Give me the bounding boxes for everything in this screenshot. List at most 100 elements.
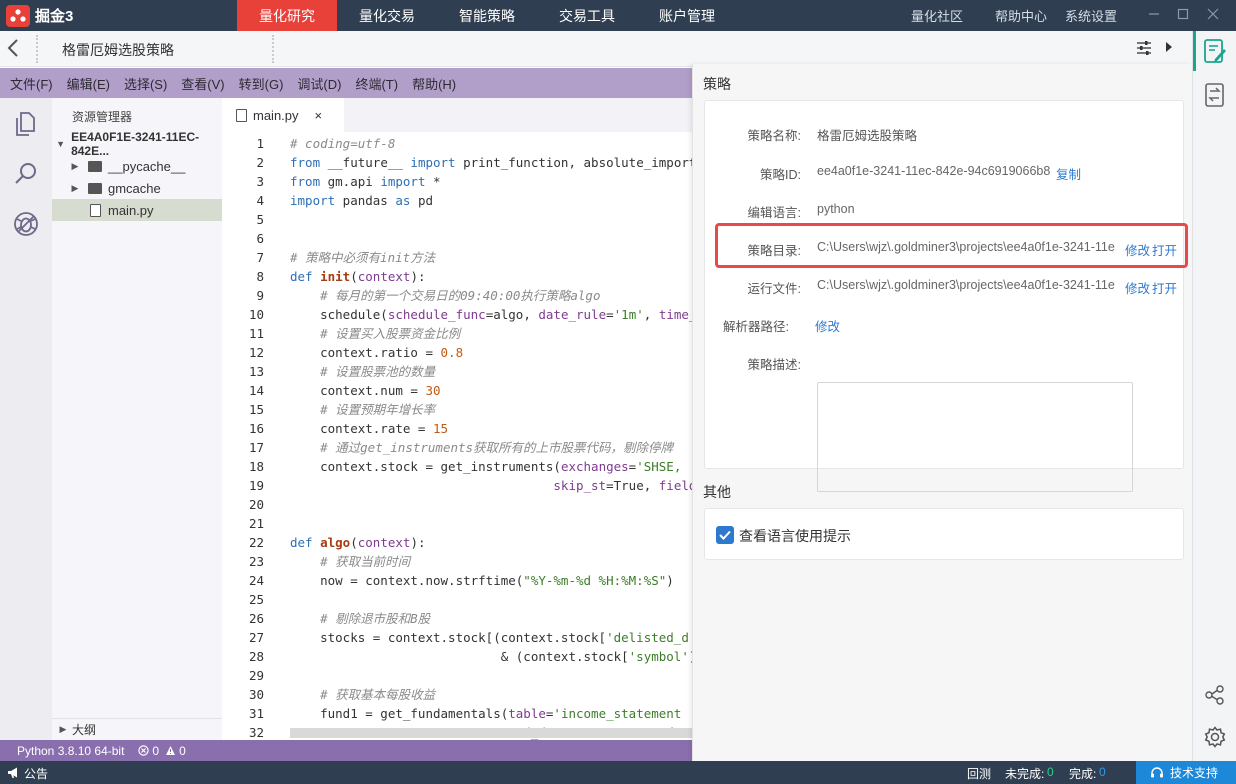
line-number: 5 [256,212,264,227]
warning-icon [166,746,176,755]
main-nav: 量化研究 量化交易 智能策略 交易工具 账户管理 [237,0,737,31]
line-number: 32 [248,725,264,740]
error-icon [138,745,150,756]
code-editor[interactable]: main.py × 1 2 3 4 5 6 7 8 9 10 11 12 13 14 15 16 17 18 19 2… [222,98,692,740]
line-number: 12 [248,345,264,360]
language-hint-label[interactable]: 查看语言使用提示 [739,526,851,546]
editor-status-bar: Python 3.8.10 64-bit 0 0 [0,740,692,761]
horizontal-scrollbar[interactable] [290,728,692,738]
problems-indicator[interactable]: 0 0 [138,743,186,758]
editor-tab-bar: main.py × [222,98,692,132]
outline-section[interactable]: ▶ 大纲 [52,718,222,740]
line-number: 9 [256,288,264,303]
edit-strategy-icon[interactable] [1201,37,1229,65]
nav-tab-trading[interactable]: 量化交易 [337,0,437,31]
nav-system-settings[interactable]: 系统设置 [1065,0,1117,31]
tab-main-py[interactable]: main.py × [222,98,344,132]
other-card: 查看语言使用提示 [704,508,1184,560]
maximize-icon[interactable] [1175,7,1191,23]
chevron-down-icon: ▼ [56,139,65,149]
run-open-link[interactable]: 打开 [1152,278,1177,297]
code-line: now = context.now.strftime("%Y-%m-%d %H:… [290,573,674,588]
chevron-right-icon: ▶ [71,182,79,193]
tree-item-gmcache[interactable]: ▶ gmcache [52,177,222,199]
language-hint-checkbox[interactable] [716,526,734,544]
copy-id-link[interactable]: 复制 [1056,164,1081,183]
line-number: 8 [256,269,264,284]
editor-menu-bar: 文件(F) 编辑(E) 选择(S) 查看(V) 转到(G) 调试(D) 终端(T… [0,68,692,98]
backtest-link[interactable]: 回测 [967,765,991,782]
project-root[interactable]: ▼ EE4A0F1E-3241-11EC-842E... [52,130,222,158]
strategy-name-label: 策略名称: [747,129,801,143]
line-number: 26 [248,611,264,626]
code-line: & (context.stock['symbol'] [290,649,692,664]
line-number: 1 [256,136,264,151]
folder-icon [88,160,102,172]
code-line: # 获取基本每股收益 [320,687,436,702]
section-strategy-title: 策略 [703,76,731,92]
menu-debug[interactable]: 调试(D) [297,74,341,93]
error-count: 0 [152,743,160,758]
line-number: 16 [248,421,264,436]
menu-select[interactable]: 选择(S) [124,74,167,93]
menu-help[interactable]: 帮助(H) [412,74,456,93]
line-number: 23 [248,554,264,569]
settings-sliders-icon[interactable] [1136,40,1154,56]
search-icon[interactable] [12,160,40,188]
code-line: import pandas as pd [290,193,434,208]
run-modify-link[interactable]: 修改 [1125,278,1150,297]
app-logo: 掘金3 [6,4,73,27]
nav-tab-smart-strategy[interactable]: 智能策略 [437,0,537,31]
menu-edit[interactable]: 编辑(E) [67,74,110,93]
menu-view[interactable]: 查看(V) [181,74,224,93]
nav-community[interactable]: 量化社区 [911,0,963,31]
line-number: 4 [256,193,264,208]
nav-tab-trade-tools[interactable]: 交易工具 [537,0,637,31]
code-line: context.stock = get_instruments(exchange… [290,459,682,474]
divider [36,35,40,63]
code-line: # 剔除退市股和B股 [320,611,431,626]
back-arrow-icon[interactable] [6,37,24,59]
project-root-label: EE4A0F1E-3241-11EC-842E... [71,130,200,158]
menu-goto[interactable]: 转到(G) [239,74,284,93]
python-version[interactable]: Python 3.8.10 64-bit [17,744,124,758]
code-line: def init(context): [290,269,426,284]
nav-tab-account[interactable]: 账户管理 [637,0,737,31]
line-number: 2 [256,155,264,170]
language-label: 编辑语言: [747,206,801,220]
tree-item-pycache[interactable]: ▶ __pycache__ [52,155,222,177]
menu-terminal[interactable]: 终端(T) [355,74,398,93]
chevron-right-icon: ▶ [59,724,67,734]
code-line: stocks = context.stock[(context.stock['d… [290,630,689,645]
run-triangle-icon[interactable] [1164,40,1178,56]
nav-tab-research[interactable]: 量化研究 [237,0,337,31]
minimize-icon[interactable] [1146,7,1162,23]
divider [272,35,276,63]
close-window-icon[interactable] [1205,7,1221,23]
line-number: 24 [248,573,264,588]
tree-item-main-py[interactable]: main.py [52,199,222,221]
debug-icon[interactable] [12,210,40,238]
notice-link[interactable]: 公告 [24,765,48,782]
files-icon[interactable] [12,110,40,138]
line-number: 30 [248,687,264,702]
close-tab-icon[interactable]: × [315,108,323,123]
run-file-value: C:\Users\wjz\.goldminer3\projects\ee4a0f… [817,278,1115,292]
tech-support-label: 技术支持 [1170,766,1219,780]
menu-file[interactable]: 文件(F) [10,74,53,93]
line-number: 17 [248,440,264,455]
gear-icon[interactable] [1201,723,1229,751]
parser-path-label: 解析器路径: [723,320,789,334]
right-tool-bar [1192,31,1236,761]
nav-help-center[interactable]: 帮助中心 [995,0,1047,31]
description-textarea[interactable] [817,382,1133,492]
transfer-list-icon[interactable] [1201,81,1229,109]
code-line: context.rate = 15 [290,421,449,436]
tech-support-button[interactable]: 技术支持 [1136,761,1236,784]
code-line: # 策略中必须有init方法 [290,250,436,265]
code-line: # 通过get_instruments获取所有的上市股票代码，剔除停牌 [320,440,674,455]
code-line: context.num = 30 [290,383,441,398]
line-number: 29 [248,668,264,683]
parser-modify-link[interactable]: 修改 [815,316,840,335]
share-icon[interactable] [1201,681,1229,709]
